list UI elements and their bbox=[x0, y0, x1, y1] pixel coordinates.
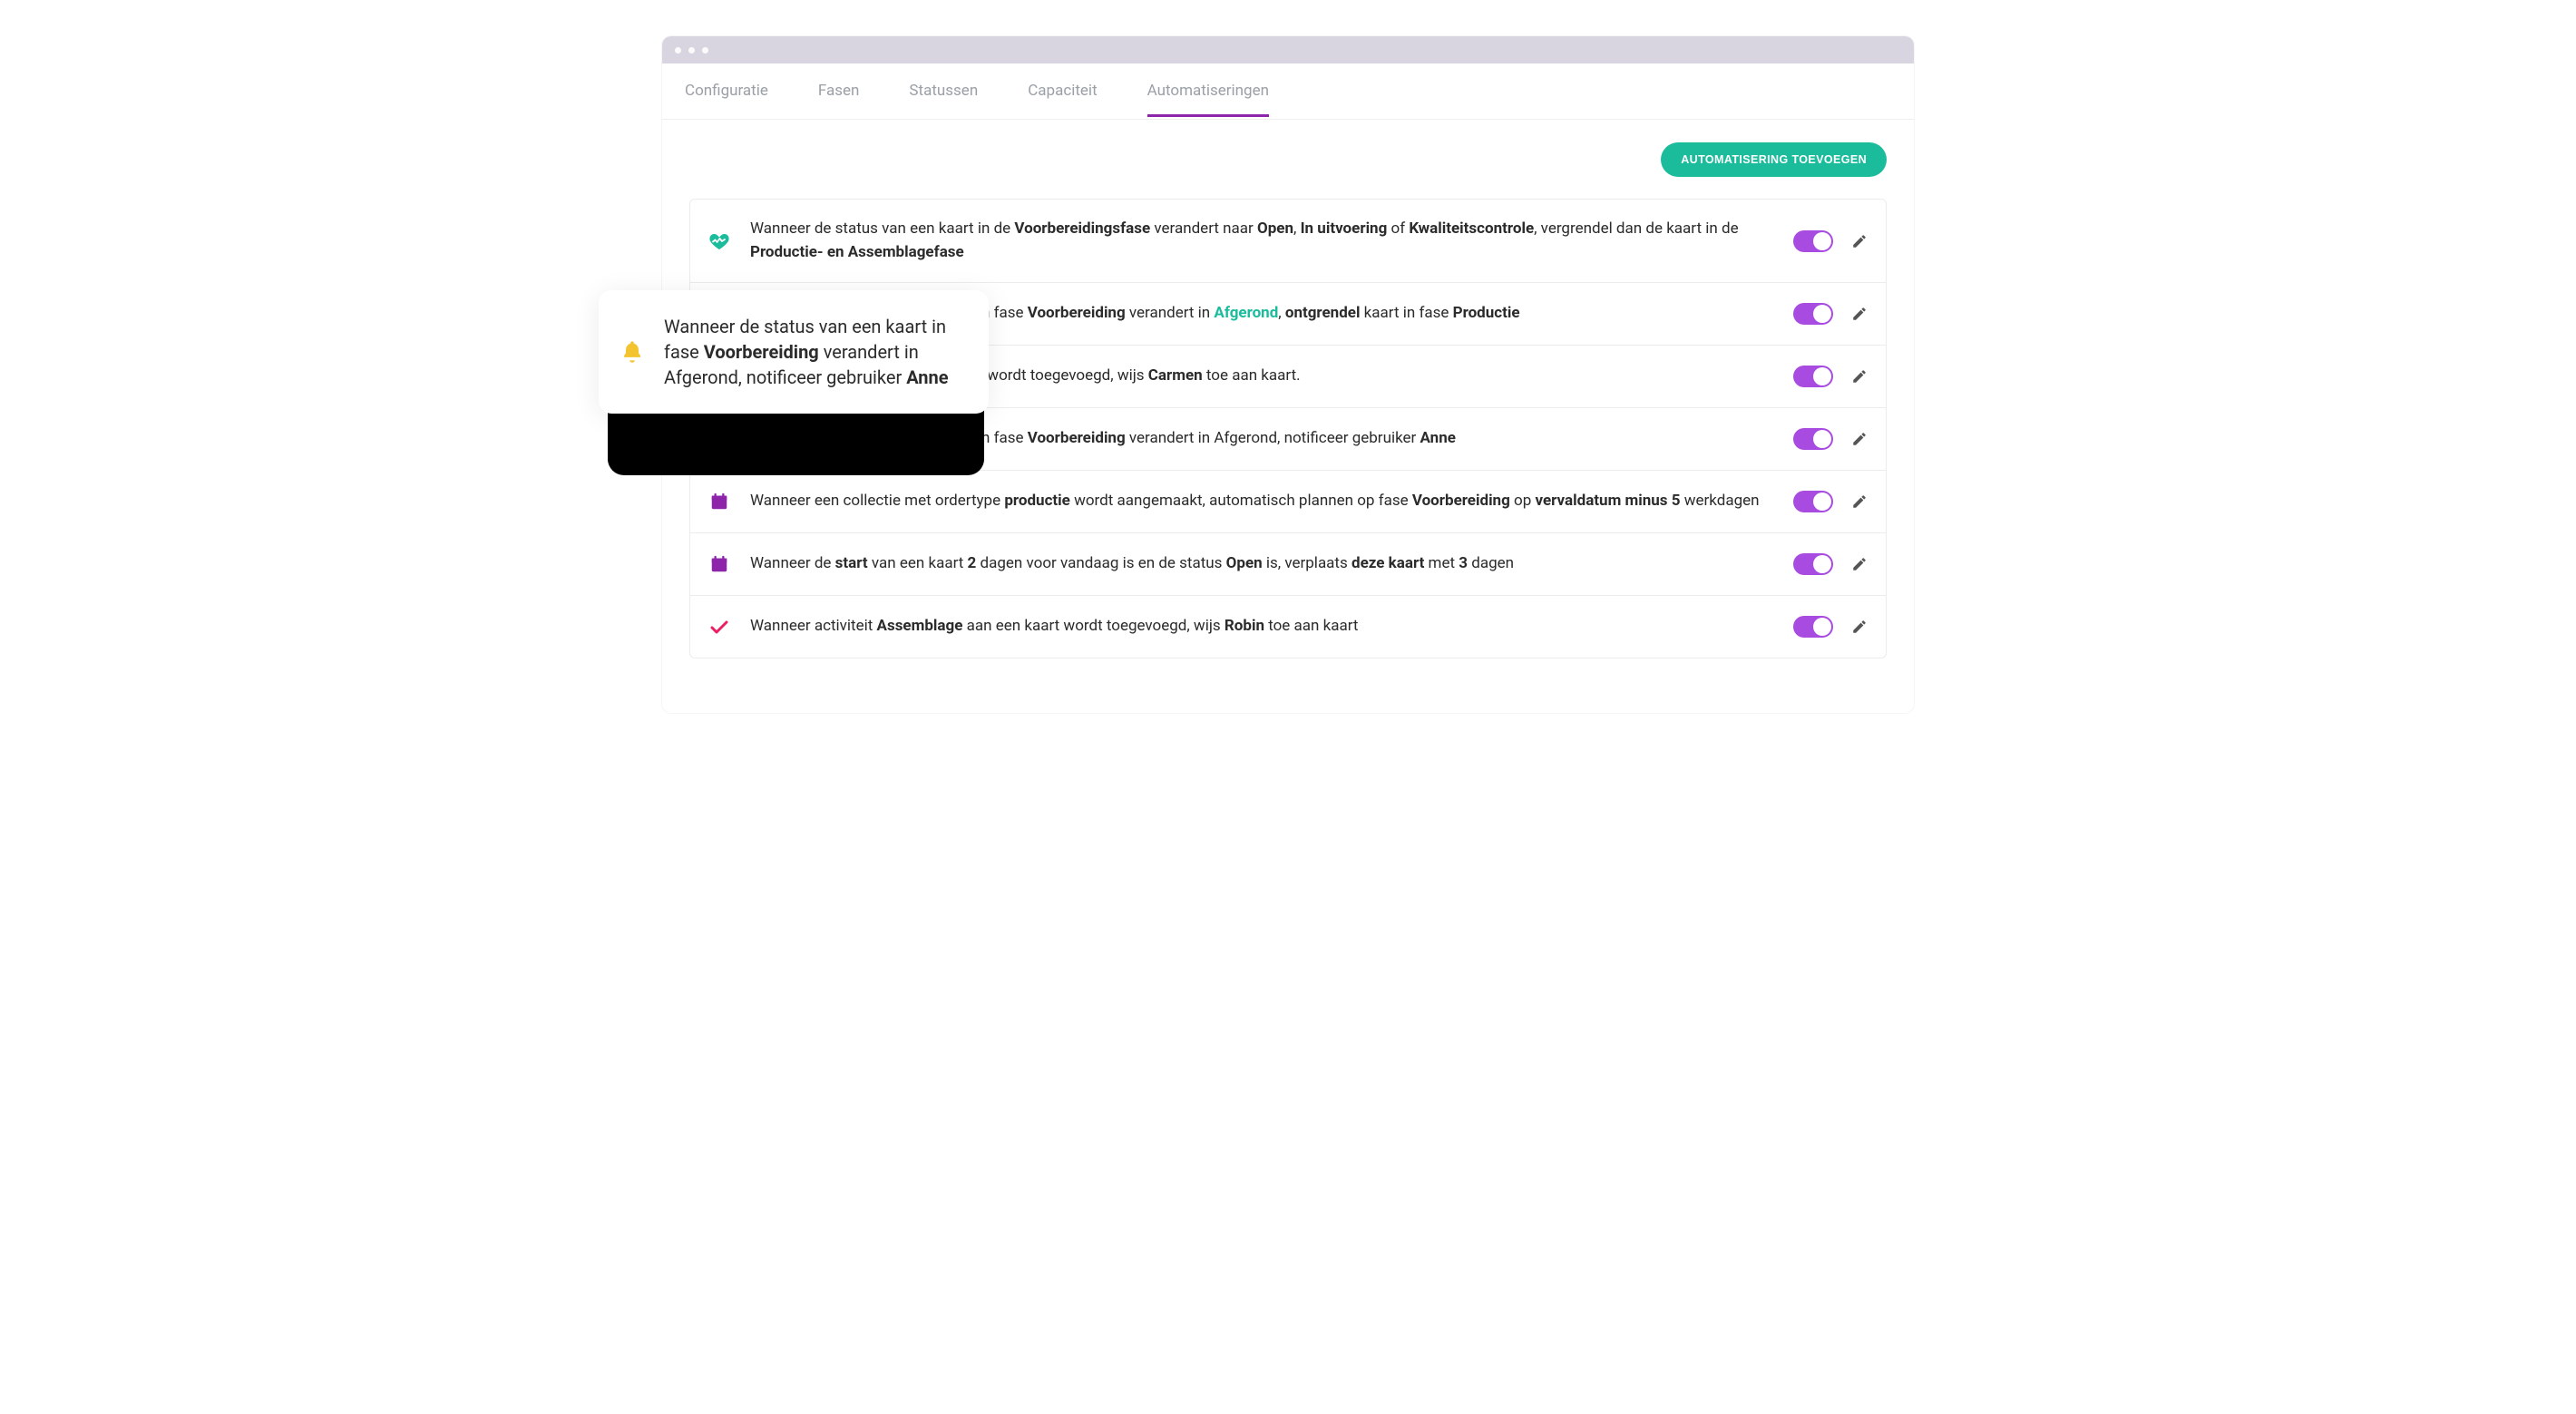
add-automation-button[interactable]: AUTOMATISERING TOEVOEGEN bbox=[1661, 142, 1887, 177]
automation-rule: Wanneer activiteit Assemblage aan een ka… bbox=[689, 596, 1887, 658]
window-dot bbox=[688, 47, 695, 54]
rule-controls bbox=[1793, 428, 1869, 450]
rule-controls bbox=[1793, 491, 1869, 512]
edit-rule-button[interactable] bbox=[1849, 231, 1869, 251]
tab-bar: Configuratie Fasen Statussen Capaciteit Auto… bbox=[662, 63, 1914, 120]
tab-capaciteit[interactable]: Capaciteit bbox=[1028, 82, 1097, 119]
edit-rule-button[interactable] bbox=[1849, 554, 1869, 574]
check-icon bbox=[707, 614, 732, 639]
window-dot bbox=[702, 47, 708, 54]
heart-icon bbox=[707, 229, 732, 254]
edit-rule-button[interactable] bbox=[1849, 304, 1869, 324]
rule-controls bbox=[1793, 553, 1869, 575]
rule-toggle[interactable] bbox=[1793, 230, 1833, 252]
rule-toggle[interactable] bbox=[1793, 303, 1833, 325]
rule-controls bbox=[1793, 230, 1869, 252]
rule-toggle[interactable] bbox=[1793, 616, 1833, 638]
edit-rule-button[interactable] bbox=[1849, 492, 1869, 512]
automation-rule: Wanneer een collectie met ordertype prod… bbox=[689, 471, 1887, 533]
window-dot bbox=[675, 47, 681, 54]
rule-toggle[interactable] bbox=[1793, 366, 1833, 387]
rule-toggle[interactable] bbox=[1793, 491, 1833, 512]
rule-description: Wanneer de start van een kaart 2 dagen v… bbox=[750, 552, 1775, 576]
tab-automatiseringen[interactable]: Automatiseringen bbox=[1147, 82, 1269, 119]
tab-statussen[interactable]: Statussen bbox=[909, 82, 978, 119]
automation-rule: Wanneer de start van een kaart 2 dagen v… bbox=[689, 533, 1887, 596]
rule-controls bbox=[1793, 616, 1869, 638]
tab-configuratie[interactable]: Configuratie bbox=[685, 82, 768, 119]
app-window: Configuratie Fasen Statussen Capaciteit Auto… bbox=[662, 36, 1914, 713]
popout-content: Wanneer de status van een kaart in fase … bbox=[599, 290, 989, 414]
edit-rule-button[interactable] bbox=[1849, 429, 1869, 449]
calendar-icon bbox=[707, 551, 732, 577]
rule-controls bbox=[1793, 366, 1869, 387]
window-titlebar bbox=[662, 36, 1914, 63]
automation-rule: Wanneer de status van een kaart in de Vo… bbox=[689, 199, 1887, 283]
calendar-icon bbox=[707, 489, 732, 514]
rule-description: Wanneer een collectie met ordertype prod… bbox=[750, 490, 1775, 513]
rule-description: Wanneer activiteit Assemblage aan een ka… bbox=[750, 615, 1775, 639]
popout-text: Wanneer de status van een kaart in fase … bbox=[664, 314, 965, 390]
popout-card: Wanneer de status van een kaart in fase … bbox=[599, 290, 989, 414]
tab-fasen[interactable]: Fasen bbox=[818, 82, 860, 119]
rule-description: Wanneer de status van een kaart in de Vo… bbox=[750, 218, 1775, 264]
rule-toggle[interactable] bbox=[1793, 553, 1833, 575]
edit-rule-button[interactable] bbox=[1849, 366, 1869, 386]
rule-toggle[interactable] bbox=[1793, 428, 1833, 450]
edit-rule-button[interactable] bbox=[1849, 617, 1869, 637]
top-actions: AUTOMATISERING TOEVOEGEN bbox=[689, 142, 1887, 177]
rule-controls bbox=[1793, 303, 1869, 325]
bell-icon bbox=[617, 336, 648, 367]
